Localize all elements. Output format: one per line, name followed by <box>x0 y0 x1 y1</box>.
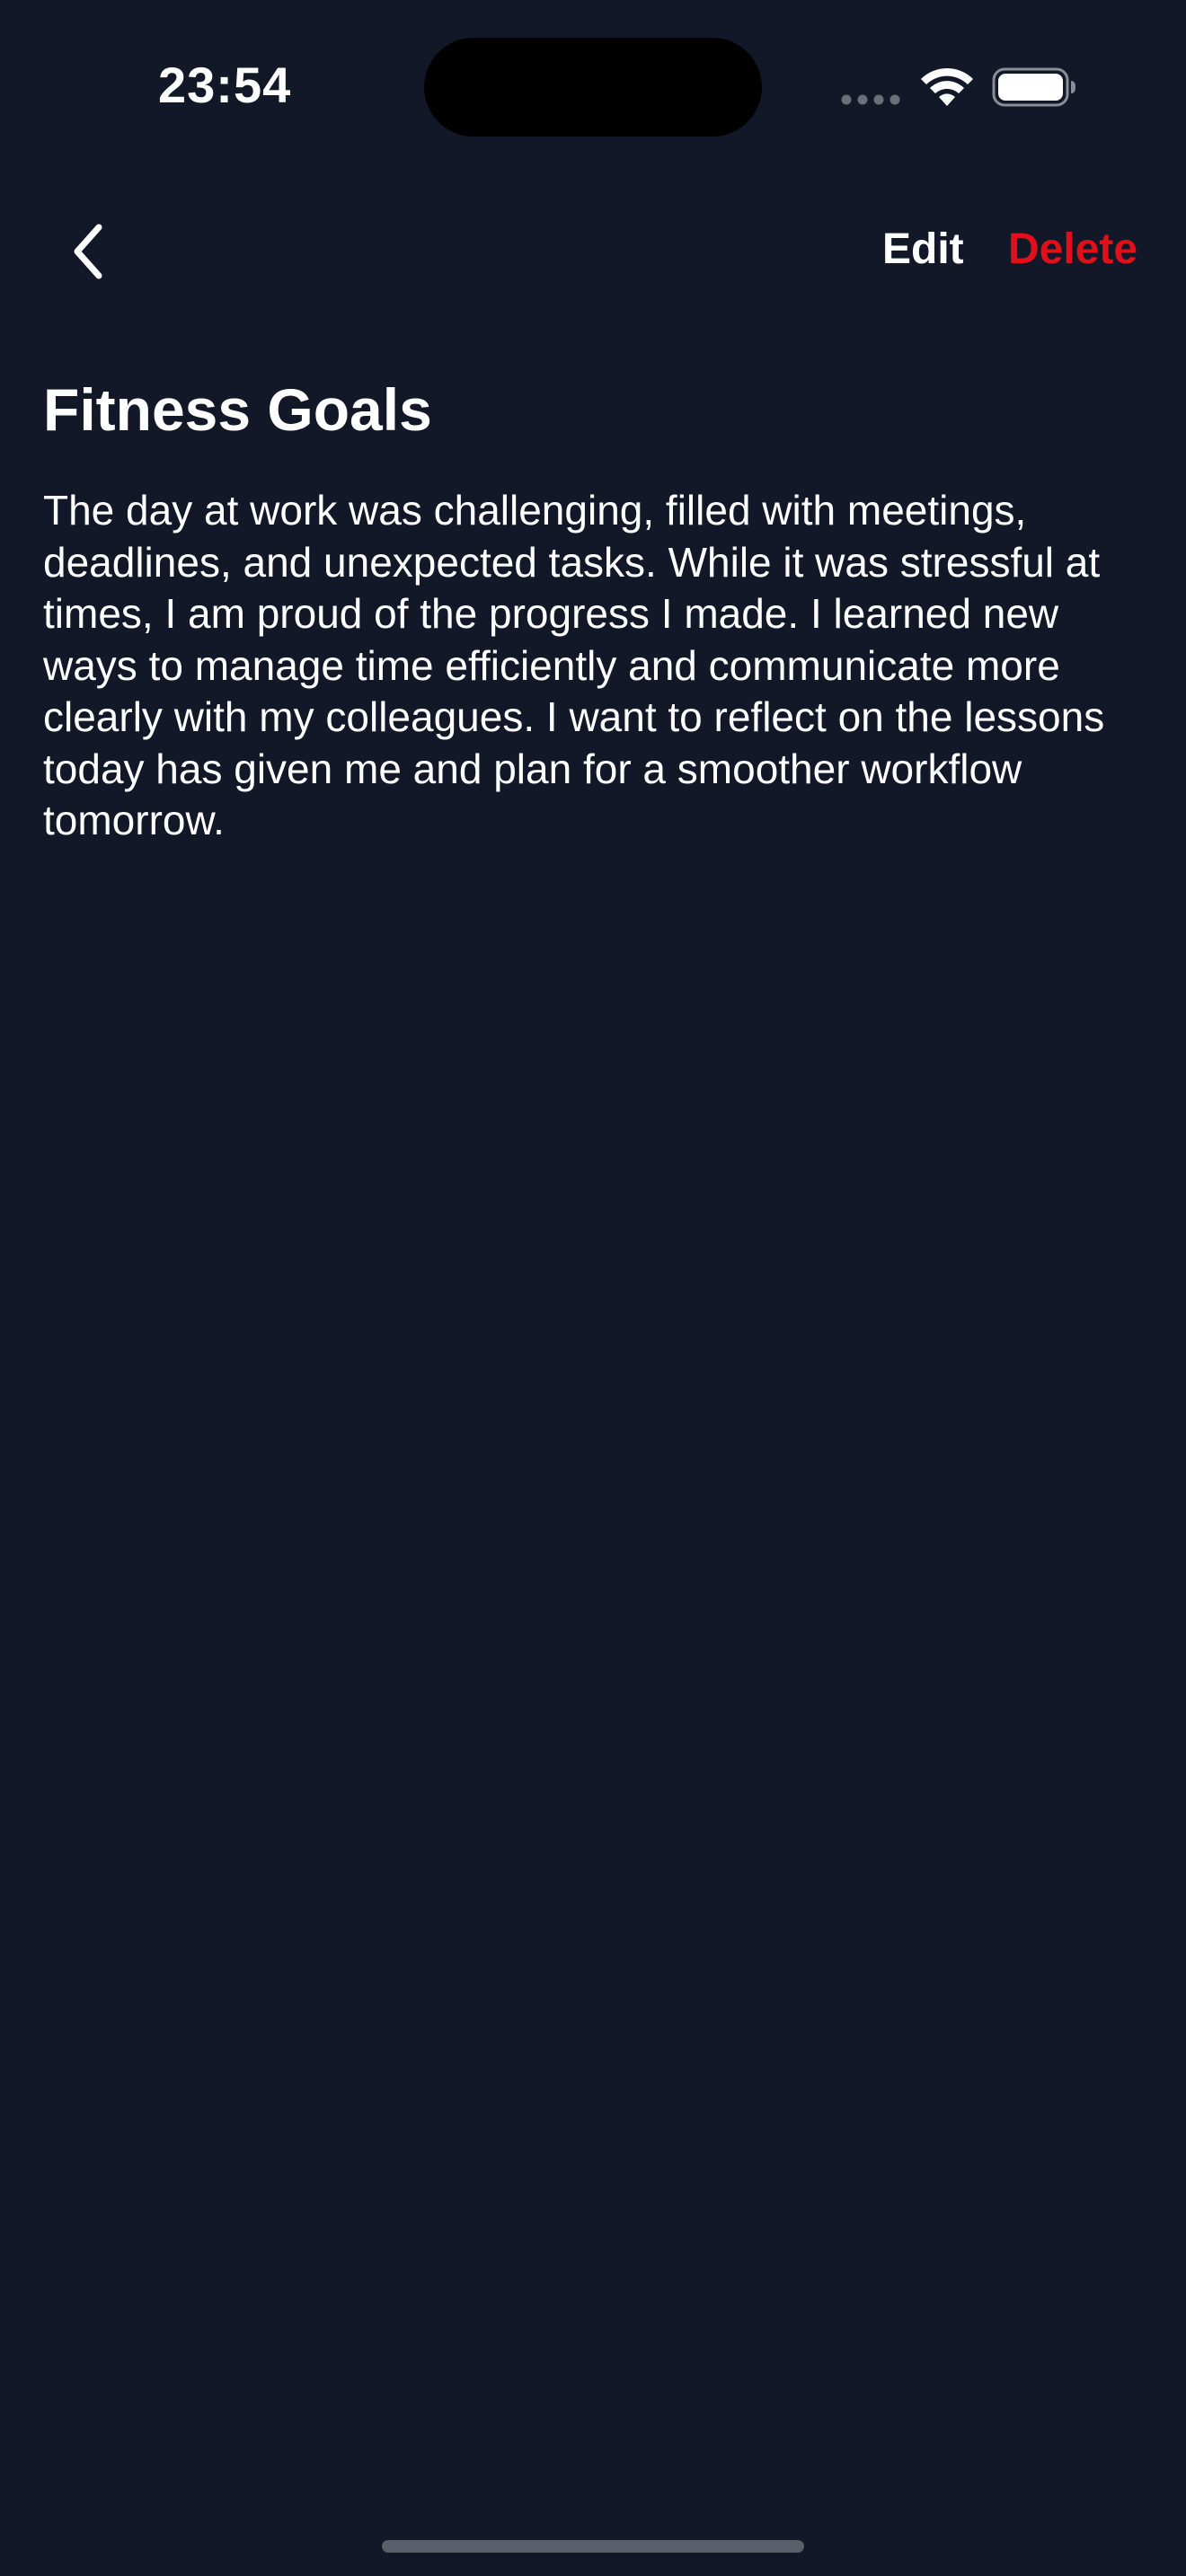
wifi-icon <box>921 67 973 106</box>
back-button[interactable] <box>52 214 124 289</box>
status-bar: 23:54 <box>0 0 1186 171</box>
cellular-signal-icon <box>841 94 900 105</box>
home-indicator[interactable] <box>382 2540 804 2553</box>
edit-button[interactable]: Edit <box>882 225 964 274</box>
delete-button[interactable]: Delete <box>1008 225 1137 274</box>
nav-bar: Edit Delete <box>0 198 1186 305</box>
status-time: 23:54 <box>158 57 292 113</box>
chevron-left-icon <box>74 224 102 279</box>
dynamic-island <box>424 38 762 137</box>
battery-icon <box>992 67 1075 107</box>
entry-body: The day at work was challenging, filled … <box>43 487 1105 843</box>
entry-title: Fitness Goals <box>43 376 432 443</box>
